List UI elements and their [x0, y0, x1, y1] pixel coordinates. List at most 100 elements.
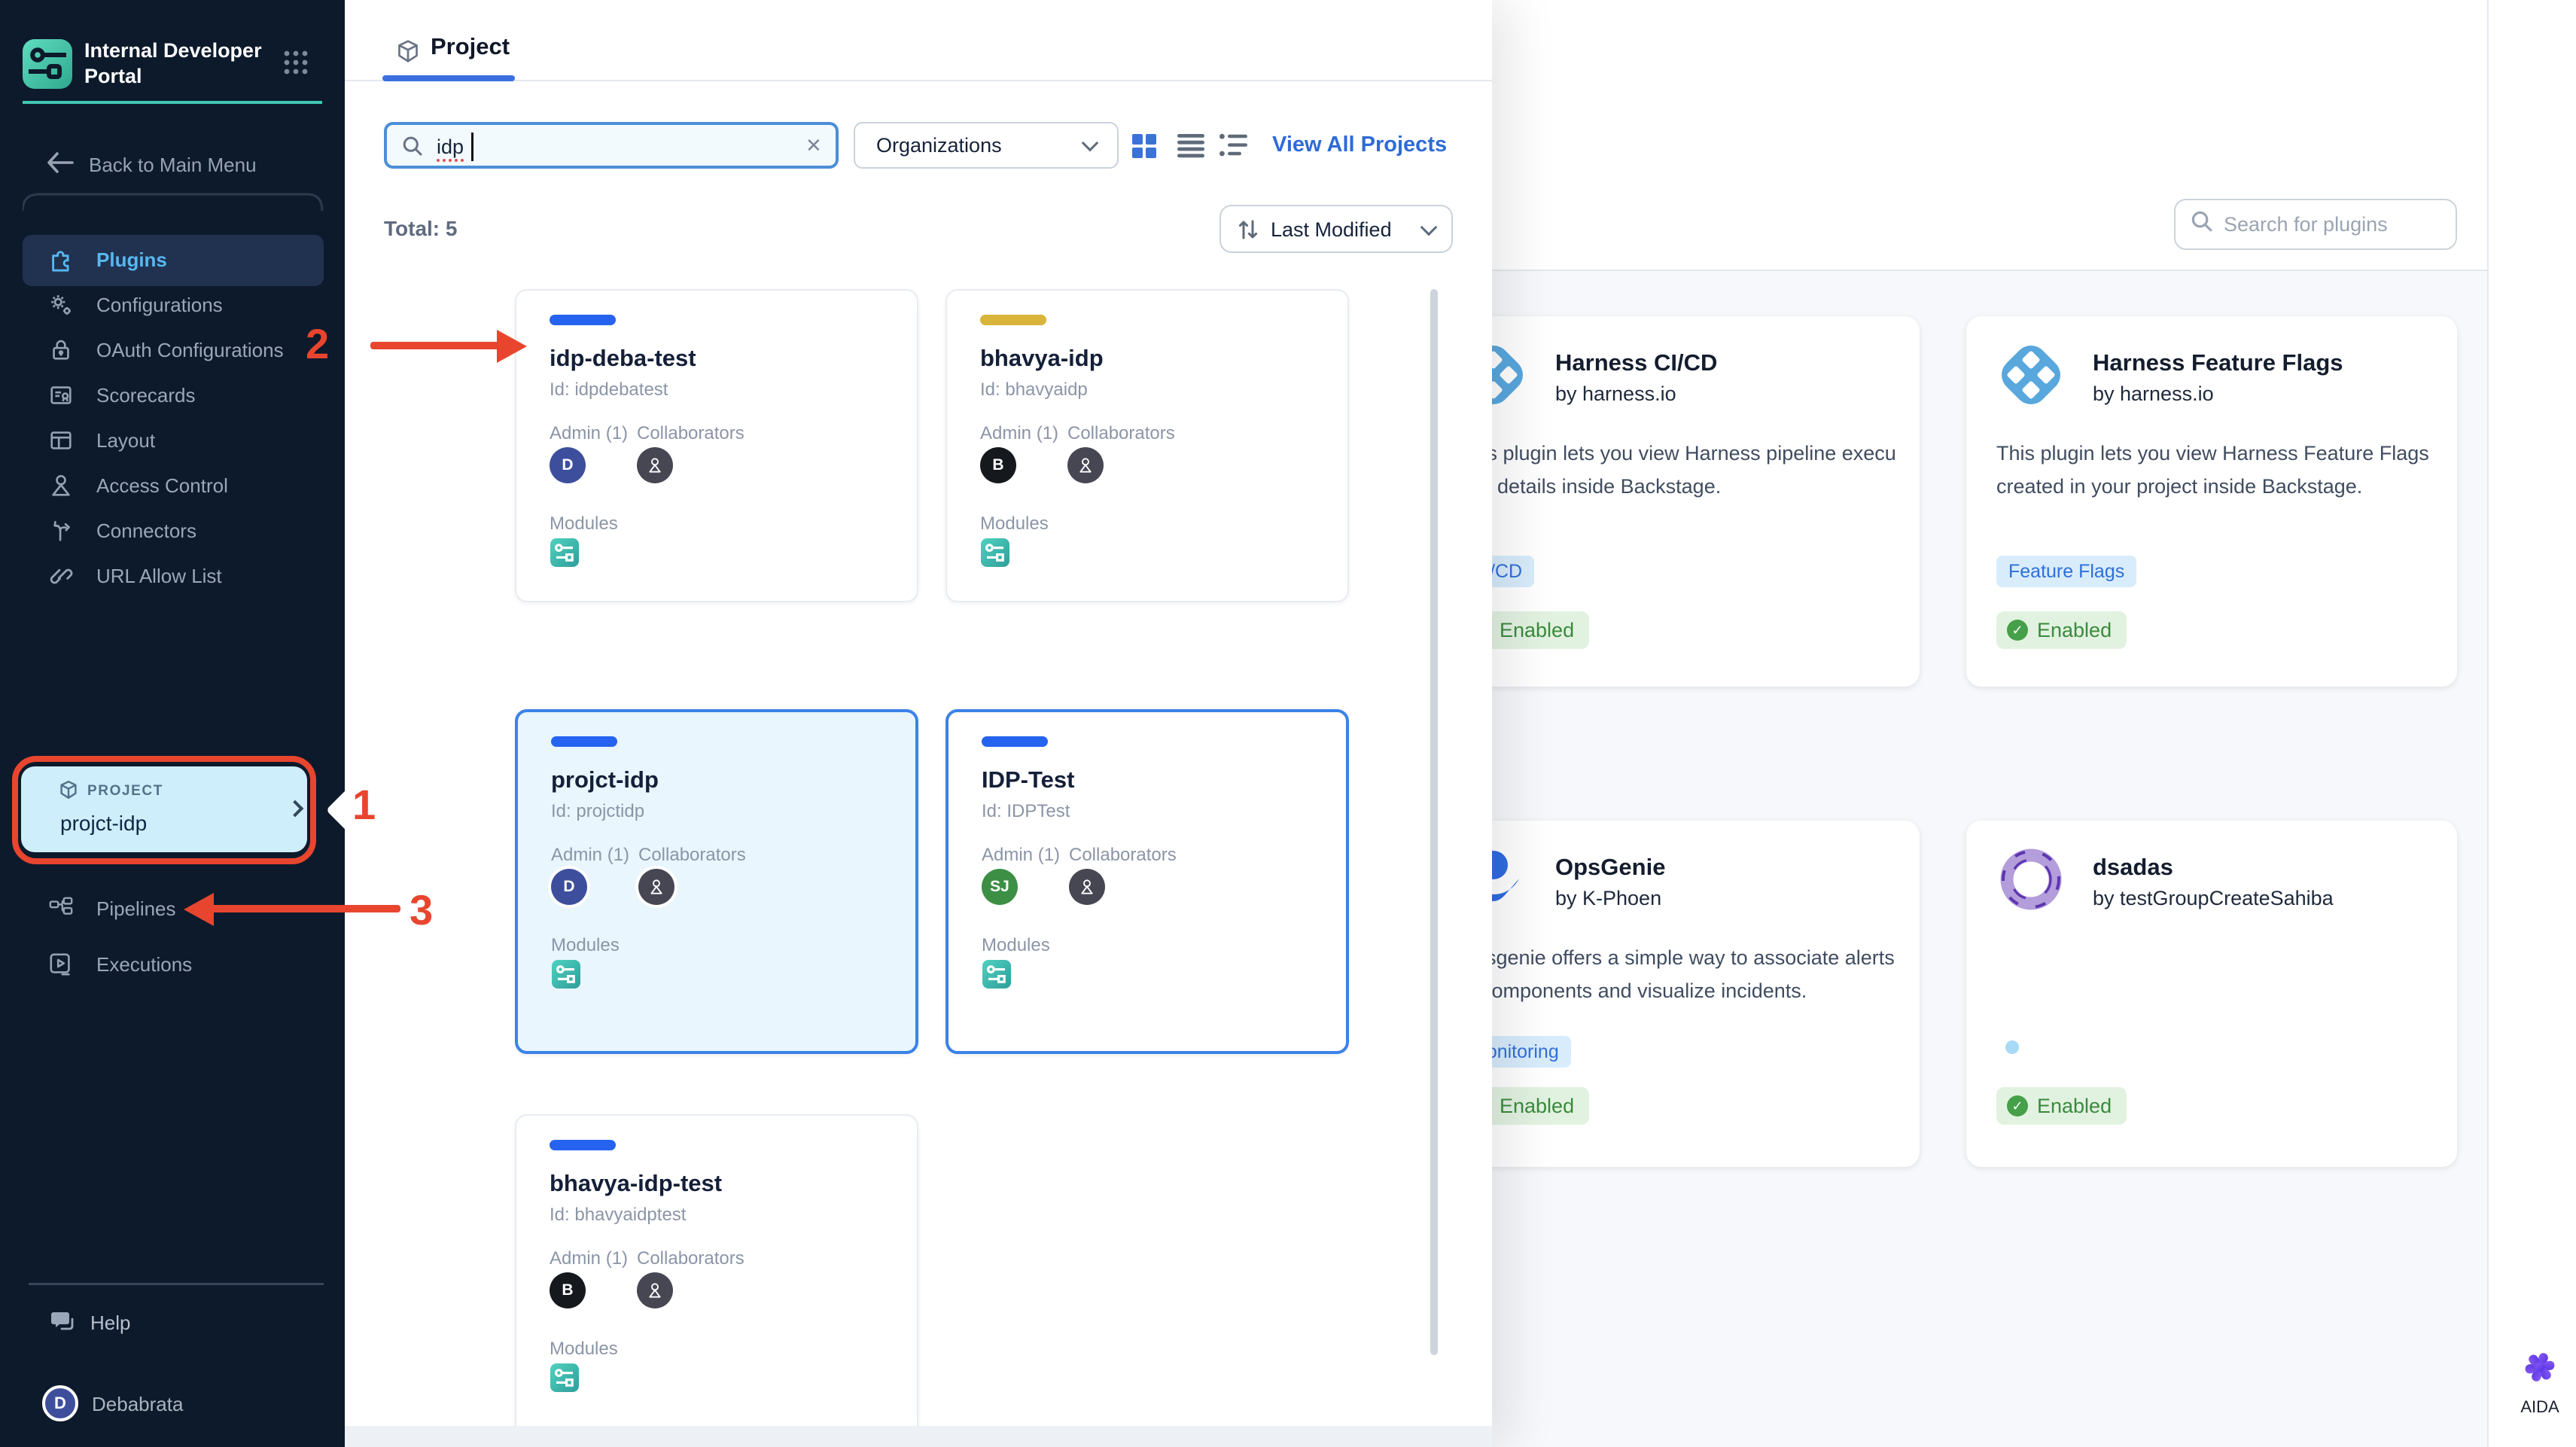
card-color-bar	[550, 1140, 616, 1150]
project-card-idp-test[interactable]: IDP-Test Id: IDPTest Admin (1) Collabora…	[945, 709, 1349, 1054]
annotation-number-3: 3	[410, 886, 434, 934]
collaborator-avatar	[1069, 869, 1105, 905]
plugin-card-dsadas[interactable]: dsadas by testGroupCreateSahiba ✓ Enabled	[1966, 821, 2457, 1167]
collaborator-avatar	[638, 869, 674, 905]
view-all-projects-link[interactable]: View All Projects	[1272, 133, 1447, 157]
annotation-number-1: 1	[352, 781, 376, 828]
total-count: Total: 5	[384, 217, 458, 240]
sidebar-item-layout[interactable]: Layout	[23, 419, 324, 464]
project-id: Id: bhavyaidptest	[550, 1205, 687, 1225]
modules-label: Modules	[982, 935, 1050, 955]
collaborator-avatar	[637, 1272, 673, 1308]
sidebar-item-configurations[interactable]: Configurations	[23, 283, 324, 328]
scrollbar[interactable]	[1430, 289, 1438, 1355]
chevron-down-icon	[1081, 134, 1099, 152]
svg-text:?: ?	[56, 1313, 63, 1326]
collaborator-avatar	[1067, 447, 1104, 483]
project-card-idp-deba-test[interactable]: idp-deba-test Id: idpdebatest Admin (1) …	[515, 289, 918, 602]
chevron-down-icon	[1420, 218, 1438, 236]
drawer-bottom-strip	[345, 1426, 1492, 1447]
annotation-number-2: 2	[306, 320, 330, 367]
plugin-tag: Feature Flags	[1996, 556, 2137, 587]
app-title: Internal Developer Portal	[84, 39, 262, 87]
annotation-arrow-2-line	[370, 342, 500, 349]
collaborators-label: Collaborators	[1067, 423, 1175, 443]
tab-project[interactable]: Project	[431, 33, 510, 60]
collaborators-label: Collaborators	[638, 845, 746, 865]
project-selector-drawer: Project idp ✕ Organizations View All Pro…	[345, 0, 1492, 1447]
clear-search-icon[interactable]: ✕	[805, 134, 822, 157]
project-card-bhavya-idp-test[interactable]: bhavya-idp-test Id: bhavyaidptest Admin …	[515, 1114, 918, 1426]
plugin-title: Harness CI/CD	[1555, 349, 1718, 376]
tabs-divider	[345, 80, 1492, 81]
annotation-arrow-2-head	[497, 330, 527, 363]
app-root: AIDA Harness CI/CD by harness.io This pl…	[0, 0, 2576, 1447]
organizations-select[interactable]: Organizations	[854, 122, 1119, 169]
sidebar-item-connectors[interactable]: Connectors	[23, 509, 324, 554]
admin-label: Admin (1)	[982, 845, 1061, 865]
modules-label: Modules	[551, 935, 620, 955]
status-badge: ✓Enabled	[1996, 1087, 2127, 1125]
text-cursor	[471, 133, 473, 161]
plugin-card-opsgenie[interactable]: OpsGenie by K-Phoen Opsgenie offers a si…	[1429, 821, 1920, 1167]
admin-avatar: SJ	[982, 869, 1018, 905]
sidebar: Internal Developer Portal Back to Main M…	[0, 0, 345, 1447]
collaborator-avatar	[637, 447, 673, 483]
plugin-title: dsadas	[2093, 854, 2173, 880]
modules-label: Modules	[550, 1339, 618, 1359]
check-icon: ✓	[2007, 620, 2028, 641]
collaborators-label: Collaborators	[637, 1248, 744, 1269]
plugin-author: by harness.io	[2093, 382, 2214, 405]
user-avatar[interactable]: D	[42, 1385, 78, 1421]
help-label[interactable]: Help	[90, 1311, 130, 1335]
idp-logo-icon	[23, 39, 72, 89]
aida-widget[interactable]: AIDA	[2505, 1348, 2574, 1417]
admin-label: Admin (1)	[551, 845, 630, 865]
divider	[29, 1283, 324, 1285]
project-name: projct-idp	[551, 766, 659, 793]
aida-icon	[2520, 1353, 2559, 1392]
plugin-card-harness-cicd[interactable]: Harness CI/CD by harness.io This plugin …	[1429, 316, 1920, 687]
user-name: Debabrata	[92, 1393, 184, 1415]
plugin-author: by harness.io	[1555, 382, 1676, 405]
admin-avatar: D	[551, 869, 587, 905]
sidebar-item-plugins[interactable]: Plugins	[23, 238, 324, 283]
admin-label: Admin (1)	[550, 1248, 629, 1269]
sidebar-item-scorecards[interactable]: Scorecards	[23, 373, 324, 419]
project-search-input[interactable]: idp ✕	[384, 122, 839, 169]
search-query-text: idp	[437, 136, 464, 162]
project-name: idp-deba-test	[550, 345, 696, 371]
annotation-box-1	[12, 756, 316, 864]
project-id: Id: bhavyaidp	[980, 379, 1088, 400]
plugin-card-harness-feature-flags[interactable]: Harness Feature Flags by harness.io This…	[1966, 316, 2457, 687]
card-color-bar	[551, 736, 617, 747]
sidebar-item-url-allow-list[interactable]: URL Allow List	[23, 554, 324, 599]
project-id: Id: projctidp	[551, 801, 645, 821]
plugin-search-input[interactable]	[2224, 212, 2441, 236]
project-name: bhavya-idp	[980, 345, 1104, 371]
project-card-bhavya-idp[interactable]: bhavya-idp Id: bhavyaidp Admin (1) Colla…	[945, 289, 1349, 602]
sidebar-item-oauth-configurations[interactable]: OAuth Configurations	[23, 328, 324, 373]
aida-label: AIDA	[2520, 1397, 2559, 1416]
back-to-main-menu[interactable]: Back to Main Menu	[89, 154, 257, 177]
plugin-search-box[interactable]	[2174, 199, 2457, 250]
sidebar-item-executions[interactable]: Executions	[23, 943, 324, 988]
admin-avatar: B	[980, 447, 1016, 483]
sort-dropdown[interactable]: Last Modified	[1219, 205, 1453, 253]
project-card-projct-idp-selected[interactable]: projct-idp Id: projctidp Admin (1) Colla…	[515, 709, 918, 1054]
status-badge: ✓Enabled	[1996, 611, 2127, 649]
admin-label: Admin (1)	[980, 423, 1059, 443]
plugin-author: by K-Phoen	[1555, 887, 1662, 909]
plugin-description: Opsgenie offers a simple way to associat…	[1459, 946, 1895, 1002]
card-color-bar	[982, 736, 1048, 747]
collaborators-label: Collaborators	[637, 423, 744, 443]
card-color-bar	[550, 315, 616, 325]
annotation-arrow-3-line	[211, 905, 400, 912]
plugin-title: OpsGenie	[1555, 854, 1666, 880]
sidebar-item-access-control[interactable]: Access Control	[23, 464, 324, 509]
collaborators-label: Collaborators	[1069, 845, 1177, 865]
dsadas-logo-icon	[1996, 845, 2066, 914]
plugin-description: This plugin lets you view Harness Featur…	[1996, 442, 2429, 498]
card-color-bar	[980, 315, 1046, 325]
organizations-select-value: Organizations	[876, 134, 1002, 157]
